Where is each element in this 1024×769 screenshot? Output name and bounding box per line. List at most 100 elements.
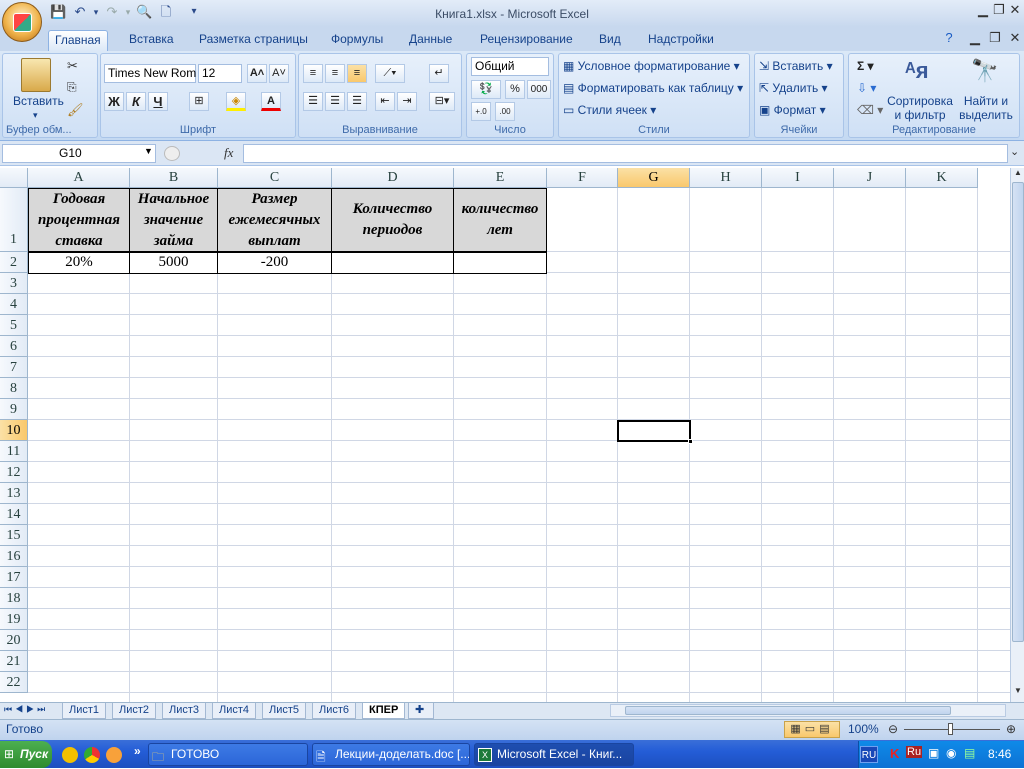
- shrink-font-icon[interactable]: A˅: [269, 64, 289, 83]
- insert-cells-button[interactable]: ⇲ Вставить ▾: [759, 59, 833, 73]
- row-header-1[interactable]: 1: [0, 188, 28, 252]
- align-left-icon[interactable]: ☰: [303, 92, 323, 111]
- row-header-2[interactable]: 2: [0, 252, 28, 273]
- sheet-tab-kper[interactable]: КПЕР: [362, 703, 406, 719]
- row-header-21[interactable]: 21: [0, 651, 28, 672]
- row-header-17[interactable]: 17: [0, 567, 28, 588]
- zoom-in-icon[interactable]: ⊕: [1006, 722, 1016, 736]
- cell-E1[interactable]: количество лет: [453, 188, 547, 252]
- scroll-down-icon[interactable]: ▼: [1012, 686, 1024, 700]
- zoom-level[interactable]: 100%: [848, 722, 879, 736]
- column-header-E[interactable]: E: [454, 168, 547, 188]
- help-icon[interactable]: ?: [940, 30, 958, 46]
- row-header-6[interactable]: 6: [0, 336, 28, 357]
- insert-sheet-icon[interactable]: ✚: [408, 703, 434, 719]
- close-icon[interactable]: ✕: [1006, 2, 1024, 18]
- row-header-9[interactable]: 9: [0, 399, 28, 420]
- cell-B2[interactable]: 5000: [129, 252, 218, 274]
- vertical-scrollbar[interactable]: ▲ ▼: [1010, 168, 1024, 702]
- row-header-10[interactable]: 10: [0, 420, 28, 441]
- ribbon-close-icon[interactable]: ✕: [1006, 30, 1024, 46]
- number-format-combo[interactable]: Общий: [471, 57, 549, 76]
- cell-C2[interactable]: -200: [217, 252, 332, 274]
- row-header-3[interactable]: 3: [0, 273, 28, 294]
- task-word-doc[interactable]: Лекции-доделать.doc [...: [312, 743, 470, 766]
- cell-A1[interactable]: Годовая процентная ставка: [28, 188, 130, 252]
- column-header-H[interactable]: H: [690, 168, 762, 188]
- format-cells-button[interactable]: ▣ Формат ▾: [759, 103, 826, 117]
- font-color-icon[interactable]: A: [261, 92, 281, 111]
- column-header-B[interactable]: B: [130, 168, 218, 188]
- office-button[interactable]: [2, 2, 42, 42]
- task-folder-gotovo[interactable]: ГОТОВО: [148, 743, 308, 766]
- new-document-icon[interactable]: 🗋: [158, 4, 174, 20]
- sheet-tab-5[interactable]: Лист5: [262, 703, 307, 719]
- row-header-15[interactable]: 15: [0, 525, 28, 546]
- increase-decimal-icon[interactable]: +.0: [471, 102, 491, 121]
- column-header-G[interactable]: G: [618, 168, 690, 188]
- column-header-J[interactable]: J: [834, 168, 906, 188]
- column-header-A[interactable]: A: [28, 168, 130, 188]
- cut-icon[interactable]: ✂: [67, 58, 78, 74]
- cell-A2[interactable]: 20%: [28, 252, 130, 274]
- active-cell-G10[interactable]: [617, 420, 693, 444]
- grow-font-icon[interactable]: A˄: [247, 64, 267, 83]
- sheet-tab-4[interactable]: Лист4: [212, 703, 257, 719]
- column-header-D[interactable]: D: [332, 168, 454, 188]
- sheet-tab-1[interactable]: Лист1: [62, 703, 107, 719]
- row-header-8[interactable]: 8: [0, 378, 28, 399]
- increase-indent-icon[interactable]: ⇥: [397, 92, 417, 111]
- cell-C1[interactable]: Размер ежемесячных выплат: [217, 188, 332, 252]
- align-middle-icon[interactable]: ≡: [325, 64, 345, 83]
- tab-data[interactable]: Данные: [403, 30, 458, 51]
- ribbon-minimize-icon[interactable]: ▁: [966, 30, 984, 46]
- cell-E2[interactable]: [453, 252, 547, 274]
- thousands-button[interactable]: 000: [527, 80, 551, 99]
- row-header-13[interactable]: 13: [0, 483, 28, 504]
- redo-icon[interactable]: ↷: [104, 4, 120, 20]
- quicklaunch-app-icon[interactable]: [62, 747, 78, 763]
- tab-formulas[interactable]: Формулы: [325, 30, 389, 51]
- align-top-icon[interactable]: ≡: [303, 64, 323, 83]
- cell-B1[interactable]: Начальное значение займа: [129, 188, 218, 252]
- orientation-icon[interactable]: ⟋▾: [375, 64, 405, 83]
- cell-D1[interactable]: Количество периодов: [331, 188, 454, 252]
- tray-app-icon[interactable]: ▣: [928, 746, 939, 760]
- zoom-out-icon[interactable]: ⊖: [888, 722, 898, 736]
- fill-color-icon[interactable]: ◈: [226, 92, 246, 111]
- language-indicator[interactable]: RU: [860, 746, 878, 763]
- column-header-I[interactable]: I: [762, 168, 834, 188]
- find-select-button[interactable]: Найти и выделить: [955, 94, 1017, 122]
- worksheet-grid[interactable]: ABCDEFGHIJK 1 2 3 4 5 6 7 8 9 10 11 12 13 14 15 16 17 18 1…: [0, 168, 1010, 702]
- scroll-up-icon[interactable]: ▲: [1012, 168, 1024, 182]
- align-center-icon[interactable]: ☰: [325, 92, 345, 111]
- name-box-dropdown-icon[interactable]: ▼: [144, 146, 153, 156]
- underline-button[interactable]: Ч: [148, 92, 168, 111]
- font-name-combo[interactable]: Times New Rom: [104, 64, 196, 83]
- select-all-corner[interactable]: [0, 168, 28, 188]
- task-excel[interactable]: Microsoft Excel - Книг...: [474, 743, 634, 766]
- column-header-K[interactable]: K: [906, 168, 978, 188]
- formula-input[interactable]: [243, 144, 1008, 163]
- expand-formula-icon[interactable]: ⌄: [1010, 145, 1019, 158]
- row-header-19[interactable]: 19: [0, 609, 28, 630]
- tab-page-layout[interactable]: Разметка страницы: [193, 30, 314, 51]
- percent-button[interactable]: %: [505, 80, 525, 99]
- format-as-table-button[interactable]: ▤ Форматировать как таблицу ▾: [563, 81, 743, 95]
- currency-format-icon[interactable]: 💱: [471, 80, 501, 99]
- row-header-16[interactable]: 16: [0, 546, 28, 567]
- format-painter-icon[interactable]: 🖌: [67, 102, 84, 118]
- font-size-combo[interactable]: 12: [198, 64, 242, 83]
- italic-button[interactable]: К: [126, 92, 146, 111]
- autosum-button[interactable]: Σ ▾: [857, 59, 874, 73]
- redo-dropdown-icon[interactable]: ▾: [120, 4, 136, 20]
- row-header-5[interactable]: 5: [0, 315, 28, 336]
- view-buttons-icon[interactable]: ▦▭▤: [784, 721, 840, 738]
- conditional-formatting-button[interactable]: ▦ Условное форматирование ▾: [563, 59, 740, 73]
- borders-icon[interactable]: ⊞: [189, 92, 209, 111]
- quicklaunch-more-icon[interactable]: »: [134, 744, 141, 758]
- merge-center-icon[interactable]: ⊟▾: [429, 92, 455, 111]
- sort-filter-button[interactable]: Сортировка и фильтр: [887, 94, 953, 122]
- horizontal-scroll-thumb[interactable]: [625, 706, 951, 715]
- fill-handle[interactable]: [688, 439, 693, 444]
